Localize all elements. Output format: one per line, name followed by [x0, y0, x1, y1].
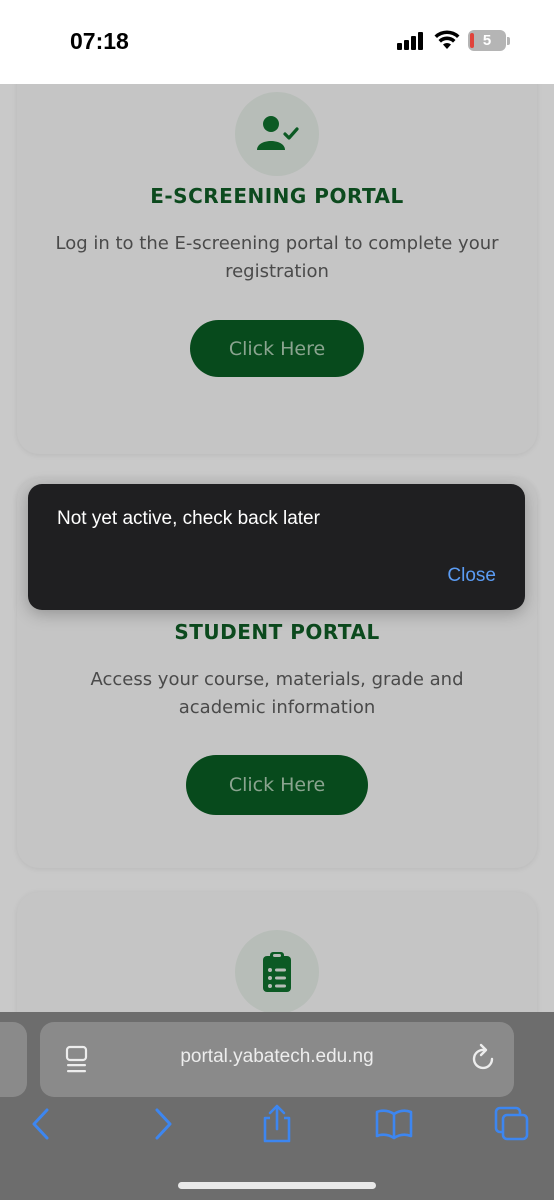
url-text[interactable]: portal.yabatech.edu.ng [40, 1046, 514, 1068]
tabs-icon[interactable] [492, 1104, 532, 1144]
escreening-card: E-SCREENING PORTAL Log in to the E-scree… [17, 84, 537, 454]
battery-tip [507, 37, 510, 45]
cellular-signal-icon [397, 32, 425, 50]
student-portal-title: STUDENT PORTAL [174, 620, 380, 644]
home-indicator [178, 1182, 376, 1189]
status-bar: 07:18 5 [0, 0, 554, 84]
third-card [17, 892, 537, 1014]
escreening-click-here-button[interactable]: Click Here [190, 320, 364, 377]
wifi-icon [434, 30, 460, 49]
address-bar[interactable]: portal.yabatech.edu.ng [40, 1022, 514, 1097]
forward-icon[interactable] [142, 1104, 182, 1144]
share-icon[interactable] [257, 1104, 297, 1144]
toast-message: Not yet active, check back later [57, 508, 320, 529]
battery-icon: 5 [468, 30, 506, 51]
student-portal-click-here-button[interactable]: Click Here [186, 755, 368, 815]
browser-bottom-bar: portal.yabatech.edu.ng [0, 1012, 554, 1200]
clipboard-list-icon [263, 952, 291, 992]
escreening-title: E-SCREENING PORTAL [150, 184, 404, 208]
user-check-icon [257, 116, 299, 150]
back-icon[interactable] [22, 1104, 62, 1144]
status-time: 07:18 [70, 28, 129, 54]
third-card-icon-circle [235, 930, 319, 1014]
escreening-description: Log in to the E-screening portal to comp… [55, 233, 499, 282]
escreening-icon-circle [235, 92, 319, 176]
toast-close-button[interactable]: Close [447, 565, 496, 587]
student-portal-description: Access your course, materials, grade and… [90, 669, 464, 718]
toast-notification: Not yet active, check back later Close [28, 484, 525, 610]
bookmarks-icon[interactable] [374, 1104, 414, 1144]
reload-icon[interactable] [470, 1042, 498, 1076]
previous-tab-preview[interactable] [0, 1022, 27, 1097]
